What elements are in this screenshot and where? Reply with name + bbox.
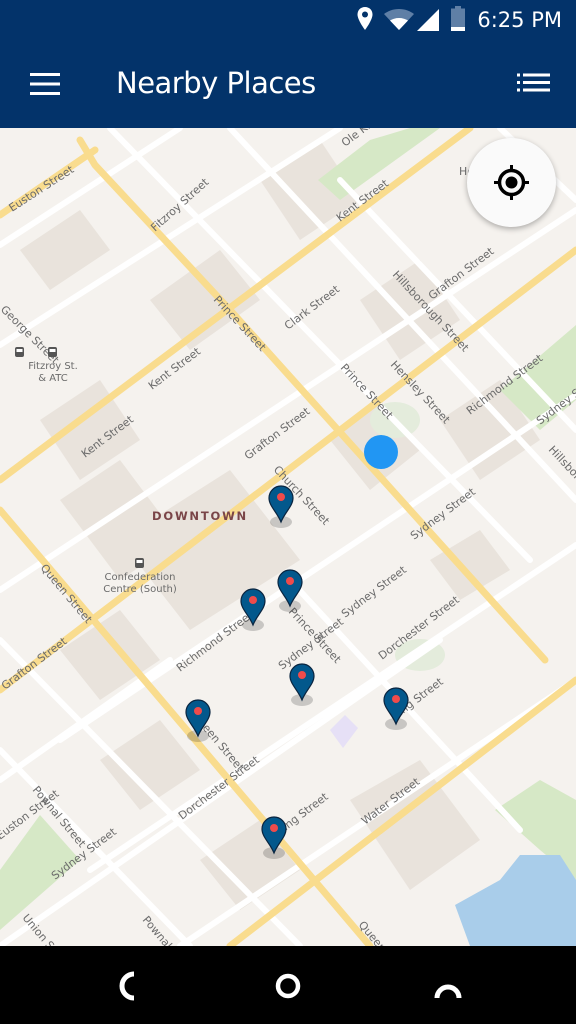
location-icon [356, 6, 374, 37]
cell-signal-icon [416, 8, 440, 37]
map-canvas[interactable]: Euston Street Fitzroy Street Kent Street… [0, 128, 576, 946]
bus-stop-icon [135, 558, 144, 568]
poi-label: & ATC [38, 373, 68, 384]
status-time: 6:25 PM [477, 8, 562, 32]
bus-stop-icon [15, 347, 24, 357]
marker-dot [298, 671, 306, 679]
place-marker[interactable] [261, 816, 287, 859]
marker-dot [277, 493, 285, 501]
place-marker[interactable] [277, 569, 303, 612]
place-marker[interactable] [289, 663, 315, 706]
my-location-icon [494, 165, 529, 200]
marker-dot [270, 824, 278, 832]
recents-icon [434, 984, 462, 999]
recents-button[interactable] [420, 966, 476, 1006]
poi-label: Fitzroy St. [28, 361, 78, 372]
screen: 6:25 PM Nearby Places Euston Street Fitz… [0, 0, 576, 1024]
place-marker[interactable] [185, 699, 211, 742]
poi-label: Confederation [104, 572, 175, 583]
back-icon [119, 971, 135, 1001]
marker-dot [392, 695, 400, 703]
list-view-button[interactable] [508, 60, 562, 108]
status-bar: 6:25 PM [0, 0, 576, 40]
app-bar: Nearby Places [0, 40, 576, 128]
menu-icon [30, 73, 60, 95]
poi-label: Centre (South) [103, 584, 177, 595]
map-view[interactable]: Euston Street Fitzroy Street Kent Street… [0, 128, 576, 946]
wifi-icon [384, 9, 414, 36]
page-title: Nearby Places [116, 66, 316, 100]
place-marker[interactable] [383, 687, 409, 730]
home-button[interactable] [260, 966, 316, 1006]
current-location-dot [364, 435, 398, 469]
place-marker[interactable] [240, 588, 266, 631]
system-nav-bar [0, 946, 576, 1024]
marker-dot [194, 707, 202, 715]
marker-dot [286, 577, 294, 585]
bus-stop-icon [48, 347, 57, 357]
menu-button[interactable] [18, 60, 72, 108]
list-view-icon [517, 73, 550, 92]
home-icon [275, 973, 301, 999]
my-location-button[interactable] [467, 138, 556, 227]
place-marker[interactable] [268, 485, 294, 528]
back-button[interactable] [100, 966, 156, 1006]
battery-icon [450, 6, 466, 37]
district-label: DOWNTOWN [152, 509, 248, 523]
marker-dot [249, 596, 257, 604]
